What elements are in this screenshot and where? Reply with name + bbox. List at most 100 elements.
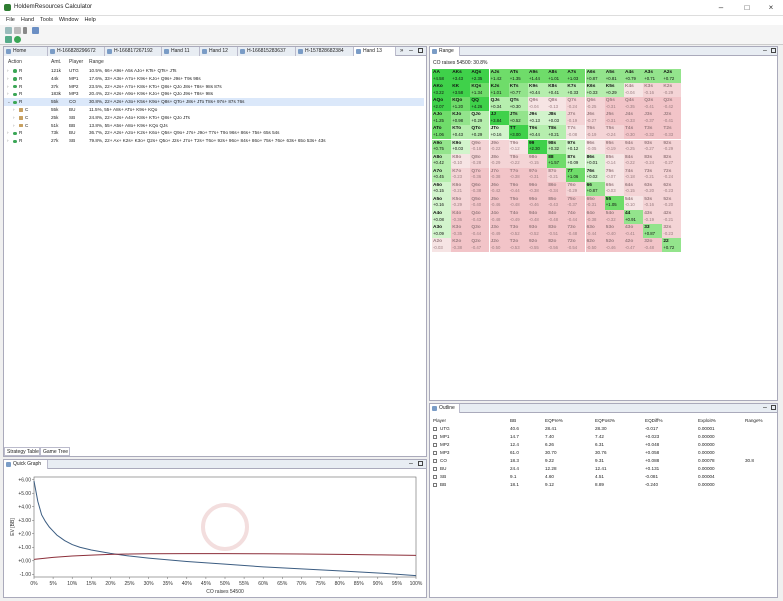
- range-cell[interactable]: 95s -0.19: [604, 139, 624, 154]
- range-cell[interactable]: K9o +0.03: [451, 139, 471, 154]
- range-cell[interactable]: Q2s -0.42: [662, 97, 682, 112]
- range-cell[interactable]: 43s -0.19: [643, 210, 663, 224]
- tab-game-tree[interactable]: Game Tree: [40, 447, 70, 456]
- minimize-icon[interactable]: –: [710, 0, 732, 16]
- range-cell[interactable]: K5o -0.29: [451, 195, 471, 210]
- strategy-row[interactable]: › C 51k BB 13.8%, 55+ A5s+ A8o+ K9s+ KQo QJs: [4, 122, 424, 130]
- range-cell[interactable]: 54o -0.32: [604, 210, 624, 224]
- range-cell[interactable]: KK +3.58: [451, 83, 471, 98]
- range-cell[interactable]: AJo +1.25: [432, 111, 451, 126]
- expand-arrow-icon[interactable]: ›: [7, 90, 9, 98]
- range-cell[interactable]: A4s +0.79: [624, 69, 643, 83]
- maximize-icon[interactable]: □: [736, 0, 758, 16]
- tab-quick-graph[interactable]: Quick Graph: [4, 460, 48, 469]
- range-cell[interactable]: 76s +0.02: [585, 167, 605, 182]
- range-cell[interactable]: 86s +0.01: [585, 153, 605, 168]
- range-cell[interactable]: T8s +0.21: [547, 125, 567, 140]
- range-cell[interactable]: 99 +2.30: [528, 139, 547, 154]
- range-cell[interactable]: T5o -0.48: [508, 195, 528, 210]
- range-cell[interactable]: TT +3.00: [508, 125, 528, 140]
- range-cell[interactable]: T7o -0.38: [508, 167, 528, 182]
- range-cell[interactable]: Q8o -0.28: [470, 153, 490, 168]
- range-cell[interactable]: 96s -0.05: [585, 139, 605, 154]
- range-cell[interactable]: T6o -0.44: [508, 181, 528, 196]
- range-cell[interactable]: 93s -0.27: [643, 139, 663, 154]
- range-cell[interactable]: 42s -0.21: [662, 210, 682, 224]
- range-cell[interactable]: K8o -0.10: [451, 153, 471, 168]
- player-checkbox[interactable]: [433, 450, 437, 455]
- range-cell[interactable]: Q7s -0.24: [566, 97, 586, 112]
- range-cell[interactable]: QTo +0.29: [470, 125, 490, 140]
- expand-arrow-icon[interactable]: ›: [13, 106, 15, 114]
- range-cell[interactable]: T9s +0.44: [528, 125, 547, 140]
- range-cell[interactable]: 64s -0.15: [624, 181, 643, 196]
- range-cell[interactable]: 77 +1.06: [566, 167, 586, 182]
- range-cell[interactable]: 98o -0.15: [528, 153, 547, 168]
- range-cell[interactable]: K9s +0.44: [528, 83, 547, 98]
- range-cell[interactable]: J9s +0.13: [528, 111, 547, 126]
- range-cell[interactable]: 63s -0.20: [643, 181, 663, 196]
- range-cell[interactable]: JJ +3.84: [489, 111, 509, 126]
- range-cell[interactable]: J8o -0.29: [489, 153, 509, 168]
- range-cell[interactable]: K7o -0.23: [451, 167, 471, 182]
- tab-hand-1[interactable]: H-166828296672: [48, 47, 105, 56]
- strategy-row[interactable]: › R 73k BU 36.7%, 22+ A2s+ A2o+ K2s+ K6o+ Q5…: [4, 129, 424, 137]
- range-cell[interactable]: K3o -0.35: [451, 224, 471, 239]
- range-cell[interactable]: Q4s -0.35: [624, 97, 643, 112]
- player-checkbox[interactable]: [433, 466, 437, 471]
- range-cell[interactable]: Q5o -0.40: [470, 195, 490, 210]
- range-cell[interactable]: J3s -0.37: [643, 111, 663, 126]
- range-cell[interactable]: A7o +0.45: [432, 167, 451, 182]
- range-cell[interactable]: KTo +0.43: [451, 125, 471, 140]
- outline-row[interactable]: SB 9.1 4.60 4.51 -0.081 0.00004: [430, 473, 783, 480]
- range-cell[interactable]: J6o -0.42: [489, 181, 509, 196]
- range-cell[interactable]: 72s -0.24: [662, 167, 682, 182]
- range-cell[interactable]: A5s +0.81: [604, 69, 624, 83]
- range-cell[interactable]: KQs +1.34: [470, 83, 490, 98]
- range-cell[interactable]: A7s +1.03: [566, 69, 586, 83]
- range-cell[interactable]: Q3s -0.41: [643, 97, 663, 112]
- outline-row[interactable]: BB 18.1 9.12 8.89 -0.240 0.00000: [430, 481, 783, 488]
- range-cell[interactable]: 73s -0.21: [643, 167, 663, 182]
- range-cell[interactable]: 42o -0.47: [624, 238, 643, 253]
- range-cell[interactable]: 85s -0.14: [604, 153, 624, 168]
- outline-row[interactable]: CO 18.3 9.22 9.31 +0.088 0.00078 30.8: [430, 457, 783, 464]
- range-cell[interactable]: 65o -0.31: [585, 195, 605, 210]
- range-cell[interactable]: T7s -0.08: [566, 125, 586, 140]
- dropdown-icon[interactable]: [23, 27, 27, 34]
- range-cell[interactable]: J8s +0.03: [547, 111, 567, 126]
- range-cell[interactable]: K8s +0.41: [547, 83, 567, 98]
- player-checkbox[interactable]: [433, 482, 437, 487]
- range-cell[interactable]: K6s +0.33: [585, 83, 605, 98]
- minimize-panel-icon[interactable]: –: [763, 47, 767, 54]
- range-cell[interactable]: 76o -0.29: [566, 181, 586, 196]
- range-cell[interactable]: 83s -0.24: [643, 153, 663, 168]
- outline-row[interactable]: BU 24.4 12.28 12.41 +0.131 0.00000: [430, 465, 783, 472]
- range-cell[interactable]: 53o -0.40: [604, 224, 624, 239]
- range-cell[interactable]: A4o +0.08: [432, 210, 451, 224]
- range-cell[interactable]: K2o -0.38: [451, 238, 471, 253]
- range-cell[interactable]: 92o -0.55: [528, 238, 547, 253]
- menu-tools[interactable]: Tools: [40, 16, 53, 25]
- range-cell[interactable]: Q6o -0.38: [470, 181, 490, 196]
- close-icon[interactable]: ×: [760, 0, 782, 16]
- range-cell[interactable]: 87s +0.09: [566, 153, 586, 168]
- minimize-panel-icon[interactable]: –: [763, 404, 767, 411]
- range-cell[interactable]: T2o -0.53: [508, 238, 528, 253]
- range-cell[interactable]: Q8s -0.13: [547, 97, 567, 112]
- strategy-row[interactable]: ⌄ R 55k CO 30.8%, 22+ A2s+ A3o+ K5s+ K9o+ Q8…: [4, 98, 424, 106]
- strategy-row[interactable]: › C 55k BU 11.5%, 55+ A8s+ ATo+ K9s+ KQo: [4, 106, 424, 114]
- range-cell[interactable]: JTs +0.52: [508, 111, 528, 126]
- range-cell[interactable]: AJs +1.42: [489, 69, 509, 83]
- tab-strategy-table[interactable]: Strategy Table: [4, 447, 40, 456]
- range-cell[interactable]: 72o -0.54: [566, 238, 586, 253]
- range-cell[interactable]: KQo +1.20: [451, 97, 471, 112]
- maximize-panel-icon[interactable]: [418, 48, 423, 53]
- range-cell[interactable]: 98s +0.32: [547, 139, 567, 154]
- range-cell[interactable]: ATo +1.06: [432, 125, 451, 140]
- range-cell[interactable]: QTs +0.30: [508, 97, 528, 112]
- range-cell[interactable]: 88 +1.57: [547, 153, 567, 168]
- strategy-row[interactable]: › R 27k SB 79.8%, 22+ Ax+ K2s+ K3o+ Q2s+ Q5o…: [4, 137, 424, 145]
- minimize-panel-icon[interactable]: –: [409, 47, 413, 54]
- range-cell[interactable]: A6o +0.15: [432, 181, 451, 196]
